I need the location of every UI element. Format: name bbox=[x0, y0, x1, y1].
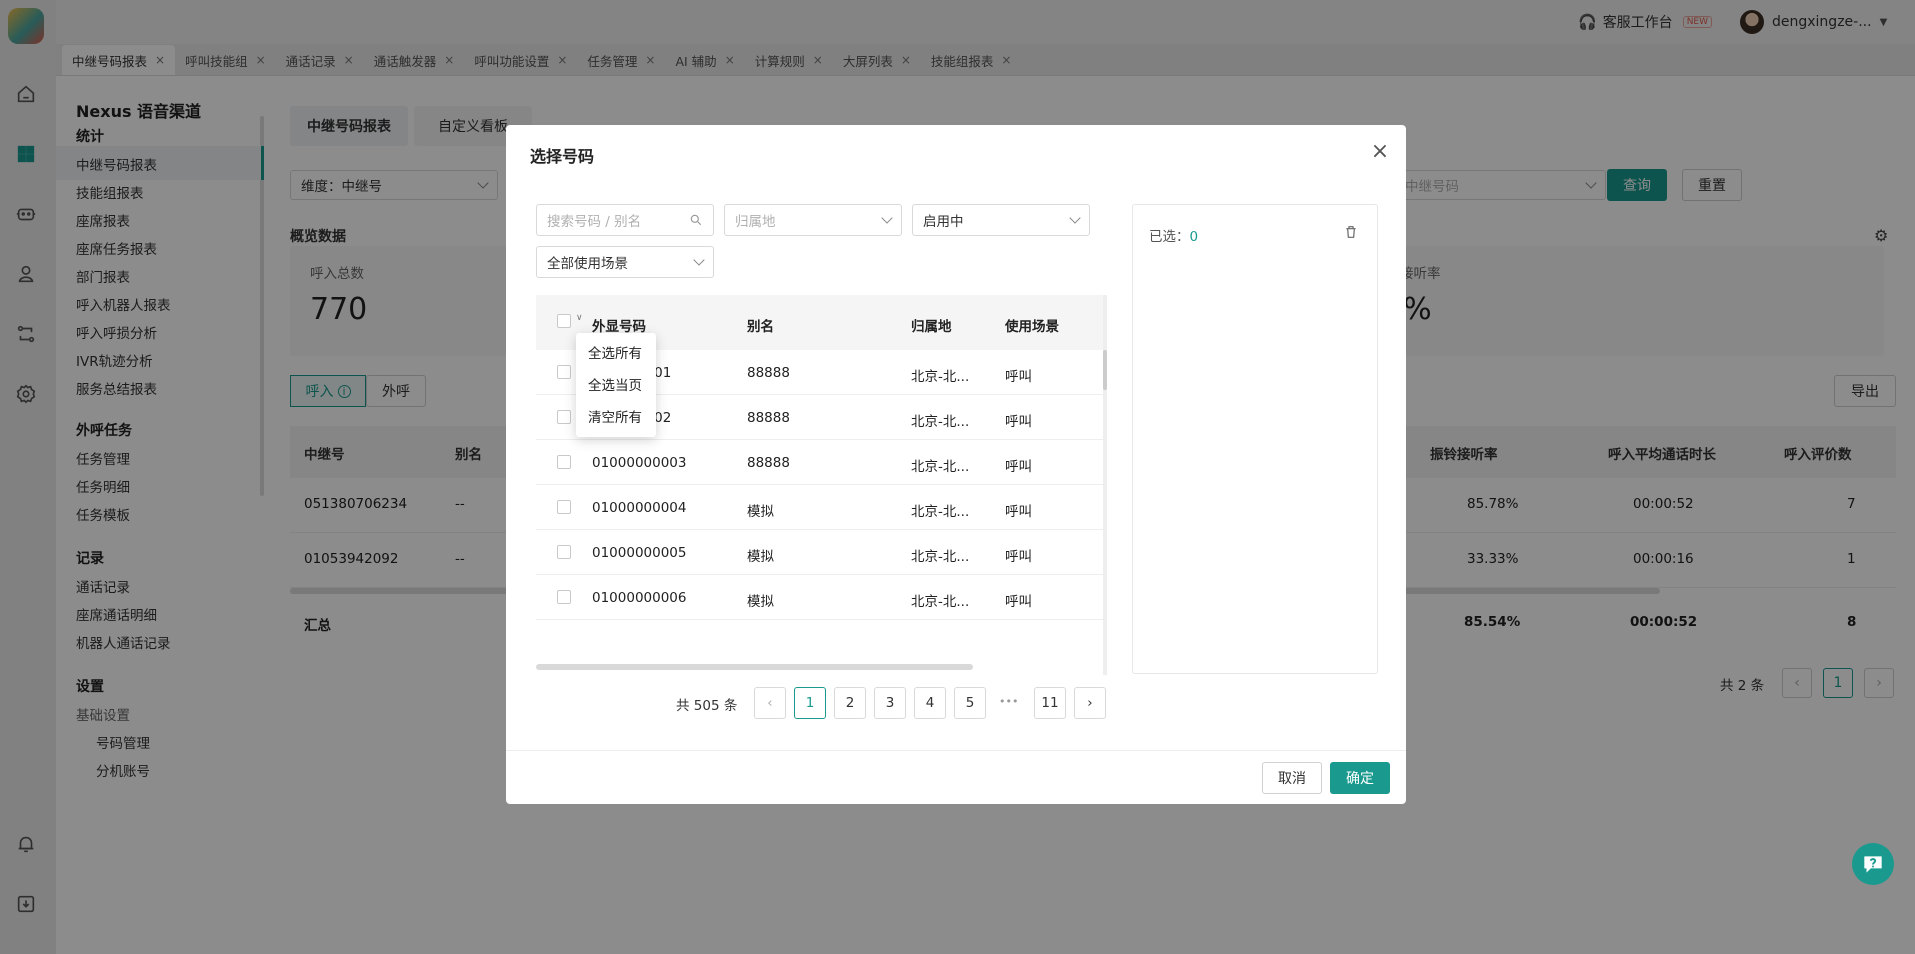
cell-alias: 88888 bbox=[747, 455, 790, 471]
next-page-button[interactable]: › bbox=[1074, 687, 1106, 719]
cell-scene: 呼叫 bbox=[1005, 504, 1032, 520]
cell-region: 北京-北... bbox=[911, 369, 970, 385]
cancel-button[interactable]: 取消 bbox=[1262, 762, 1322, 794]
dialog-title: 选择号码 bbox=[530, 147, 595, 166]
page-button[interactable]: 5 bbox=[954, 687, 986, 719]
search-icon bbox=[690, 214, 702, 226]
cell-alias: 模拟 bbox=[747, 504, 774, 520]
row-checkbox[interactable] bbox=[557, 500, 571, 514]
status-select[interactable]: 启用中 bbox=[912, 204, 1090, 236]
page-button[interactable]: 1 bbox=[794, 687, 826, 719]
dialog-footer: 取消 确定 bbox=[506, 750, 1406, 804]
page-button[interactable]: 11 bbox=[1034, 687, 1066, 719]
select-all-checkbox[interactable] bbox=[557, 314, 571, 328]
th-display-number: 外显号码 bbox=[592, 319, 646, 335]
select-number-dialog: 选择号码 × 搜索号码 / 别名 归属地 启用中 全部使用场景 ∨ 外显号码 别… bbox=[506, 125, 1406, 804]
prev-page-button[interactable]: ‹ bbox=[754, 687, 786, 719]
region-select[interactable]: 归属地 bbox=[724, 204, 902, 236]
cell-scene: 呼叫 bbox=[1005, 459, 1032, 475]
row-checkbox[interactable] bbox=[557, 455, 571, 469]
chevron-down-icon[interactable]: ∨ bbox=[576, 313, 583, 323]
search-input[interactable]: 搜索号码 / 别名 bbox=[536, 204, 714, 236]
cell-alias: 88888 bbox=[747, 410, 790, 426]
table-vscroll-thumb[interactable] bbox=[1103, 350, 1107, 390]
table-hscrollbar[interactable] bbox=[536, 664, 973, 670]
selected-panel: 已选：0 bbox=[1132, 204, 1378, 674]
cell-scene: 呼叫 bbox=[1005, 549, 1032, 565]
dialog-total: 共 505 条 bbox=[676, 698, 738, 714]
trash-icon[interactable] bbox=[1343, 224, 1359, 240]
row-checkbox[interactable] bbox=[557, 410, 571, 424]
region-placeholder: 归属地 bbox=[735, 214, 776, 230]
row-checkbox[interactable] bbox=[557, 545, 571, 559]
cell-region: 北京-北... bbox=[911, 504, 970, 520]
page-button[interactable]: 4 bbox=[914, 687, 946, 719]
th-region: 归属地 bbox=[911, 319, 952, 335]
menu-item-select-page[interactable]: 全选当页 bbox=[588, 374, 642, 394]
cell-scene: 呼叫 bbox=[1005, 594, 1032, 610]
status-value: 启用中 bbox=[923, 214, 964, 230]
th-scene: 使用场景 bbox=[1005, 319, 1059, 335]
selected-label: 已选：0 bbox=[1149, 225, 1198, 245]
cell-alias: 模拟 bbox=[747, 594, 774, 610]
menu-item-clear-all[interactable]: 清空所有 bbox=[588, 406, 642, 426]
cell-alias: 88888 bbox=[747, 365, 790, 381]
table-row[interactable]: 01000000005 模拟 北京-北... 呼叫 bbox=[536, 530, 1106, 575]
cell-region: 北京-北... bbox=[911, 594, 970, 610]
scene-select[interactable]: 全部使用场景 bbox=[536, 246, 714, 278]
cell-region: 北京-北... bbox=[911, 549, 970, 565]
cell-scene: 呼叫 bbox=[1005, 369, 1032, 385]
table-row[interactable]: 01000000006 模拟 北京-北... 呼叫 bbox=[536, 575, 1106, 620]
scene-value: 全部使用场景 bbox=[547, 256, 628, 272]
table-row[interactable]: 01000000003 88888 北京-北... 呼叫 bbox=[536, 440, 1106, 485]
menu-item-select-all[interactable]: 全选所有 bbox=[588, 342, 642, 362]
cell-alias: 模拟 bbox=[747, 549, 774, 565]
selected-count: 0 bbox=[1189, 229, 1199, 245]
cell-number: 01000000004 bbox=[592, 500, 687, 516]
help-button[interactable] bbox=[1852, 843, 1894, 885]
cell-number: 01000000005 bbox=[592, 545, 687, 561]
cell-region: 北京-北... bbox=[911, 414, 970, 430]
row-checkbox[interactable] bbox=[557, 590, 571, 604]
chevron-down-icon bbox=[693, 254, 705, 266]
select-menu: 全选所有 全选当页 清空所有 bbox=[576, 333, 656, 437]
confirm-button[interactable]: 确定 bbox=[1330, 762, 1390, 794]
table-row[interactable]: 01000000004 模拟 北京-北... 呼叫 bbox=[536, 485, 1106, 530]
cell-scene: 呼叫 bbox=[1005, 414, 1032, 430]
search-placeholder: 搜索号码 / 别名 bbox=[547, 214, 642, 230]
chevron-down-icon bbox=[1069, 212, 1081, 224]
close-icon[interactable]: × bbox=[1370, 141, 1390, 163]
selected-label-text: 已选： bbox=[1149, 229, 1190, 245]
row-checkbox[interactable] bbox=[557, 365, 571, 379]
page-ellipsis[interactable]: ••• bbox=[999, 695, 1018, 708]
cell-region: 北京-北... bbox=[911, 459, 970, 475]
cell-number: 01000000003 bbox=[592, 455, 687, 471]
page-button[interactable]: 3 bbox=[874, 687, 906, 719]
chevron-down-icon bbox=[881, 212, 893, 224]
page-button[interactable]: 2 bbox=[834, 687, 866, 719]
chat-icon bbox=[1864, 856, 1882, 873]
cell-number: 01000000006 bbox=[592, 590, 687, 606]
th-alias: 别名 bbox=[747, 319, 774, 335]
